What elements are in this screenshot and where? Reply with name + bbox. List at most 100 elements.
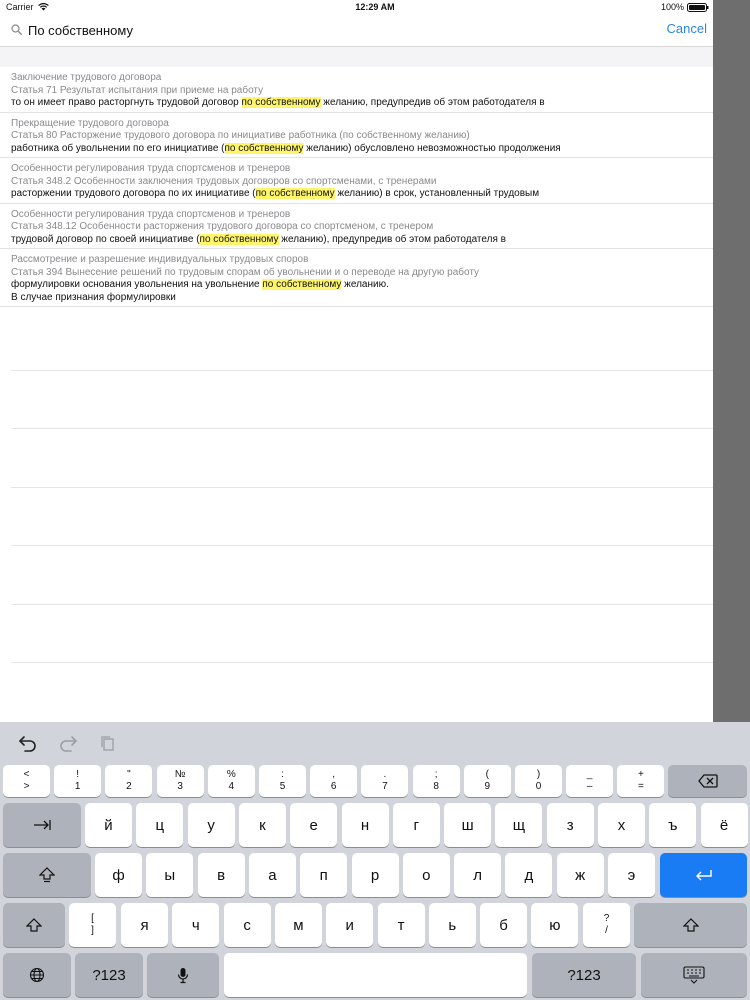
key-number[interactable]: .7 xyxy=(361,765,409,797)
key-shift-label: : xyxy=(281,769,284,780)
key-letter[interactable]: у xyxy=(187,803,235,847)
key-number[interactable]: ! 1 xyxy=(54,765,102,797)
search-input[interactable] xyxy=(28,19,628,41)
shift-key-right[interactable] xyxy=(634,903,747,947)
key-label: ] xyxy=(91,925,94,936)
key-letter[interactable]: ч xyxy=(172,903,220,947)
delete-key[interactable] xyxy=(668,765,747,797)
snippet-text: желанию) в срок, установленный трудовым xyxy=(334,188,540,199)
key-letter[interactable]: с xyxy=(223,903,271,947)
key-label: ц xyxy=(155,816,165,834)
result-snippet: трудовой договор по своей инициативе (по… xyxy=(11,233,713,247)
key-label: ы xyxy=(164,866,176,884)
key-letter[interactable]: о xyxy=(402,853,450,897)
key-letter[interactable]: к xyxy=(238,803,286,847)
key-number[interactable]: _ – xyxy=(566,765,614,797)
shift-key[interactable] xyxy=(3,903,65,947)
key-shift-label: ) xyxy=(536,769,541,780)
key-letter[interactable]: б xyxy=(480,903,528,947)
snippet-text: формулировки основания увольнения на уво… xyxy=(11,279,263,290)
shift-icon xyxy=(682,918,699,932)
key-shift-label: . xyxy=(383,769,387,780)
key-number[interactable]: % 4 xyxy=(207,765,255,797)
key-number[interactable]: ,6 xyxy=(310,765,358,797)
key-letter[interactable]: н xyxy=(341,803,389,847)
key-number[interactable]: :5 xyxy=(259,765,306,797)
key-letter[interactable]: ь xyxy=(428,903,476,947)
key-letter[interactable]: т xyxy=(377,903,425,947)
key-slash[interactable]: ? / xyxy=(583,903,630,947)
key-letter[interactable]: й xyxy=(85,803,132,847)
key-letter[interactable]: ъ xyxy=(649,803,697,847)
key-label: 5 xyxy=(279,781,286,792)
key-letter[interactable]: л xyxy=(454,853,502,897)
key-letter[interactable]: е xyxy=(290,803,338,847)
cancel-button[interactable]: Cancel xyxy=(667,21,707,36)
key-number[interactable]: (9 xyxy=(463,765,511,797)
key-label: х xyxy=(617,816,626,834)
key-letter[interactable]: ж xyxy=(556,853,604,897)
key-shift-label: ; xyxy=(434,769,438,780)
key-bracket[interactable]: [] xyxy=(69,903,116,947)
key-label: 4 xyxy=(228,781,235,792)
undo-icon[interactable] xyxy=(18,734,38,752)
key-letter[interactable]: э xyxy=(608,853,655,897)
key-label: с xyxy=(243,916,251,934)
key-label: й xyxy=(104,816,113,834)
key-number[interactable]: < > xyxy=(3,765,50,797)
key-label: у xyxy=(207,816,215,834)
key-letter[interactable]: а xyxy=(248,853,296,897)
key-letter[interactable]: ш xyxy=(444,803,492,847)
key-letter[interactable]: г xyxy=(392,803,440,847)
key-letter[interactable]: я xyxy=(121,903,168,947)
key-letter[interactable]: р xyxy=(351,853,399,897)
key-letter[interactable]: и xyxy=(326,903,374,947)
numbers-key-right[interactable]: ?123 xyxy=(532,953,636,997)
redo-icon[interactable] xyxy=(58,734,78,752)
search-result-item[interactable]: Заключение трудового договора Статья 71 … xyxy=(0,67,713,113)
empty-row xyxy=(11,546,713,605)
tab-key[interactable] xyxy=(3,803,81,847)
key-label: г xyxy=(413,816,420,834)
result-chapter-title: Заключение трудового договора xyxy=(11,72,162,83)
dictation-key[interactable] xyxy=(147,953,219,997)
empty-row xyxy=(11,371,713,429)
hide-keyboard-key[interactable] xyxy=(641,953,747,997)
key-letter[interactable]: м xyxy=(274,903,322,947)
key-number[interactable]: + = xyxy=(617,765,665,797)
key-letter[interactable]: щ xyxy=(495,803,543,847)
search-result-item[interactable]: Особенности регулирования труда спортсме… xyxy=(0,158,713,204)
search-result-item[interactable]: Прекращение трудового договора Статья 80… xyxy=(0,113,713,158)
search-result-item[interactable]: Рассмотрение и разрешение индивидуальных… xyxy=(0,249,713,307)
key-number[interactable]: " 2 xyxy=(105,765,153,797)
result-article-title: Статья 80 Расторжение трудового договора… xyxy=(11,130,470,141)
delete-icon xyxy=(697,774,718,788)
paste-icon[interactable] xyxy=(98,734,118,752)
key-letter[interactable]: ё xyxy=(700,803,748,847)
key-number[interactable]: № 3 xyxy=(156,765,204,797)
key-letter[interactable]: в xyxy=(197,853,245,897)
key-label: = xyxy=(637,781,644,792)
key-letter[interactable]: ф xyxy=(95,853,142,897)
snippet-highlight: по собственному xyxy=(255,188,335,199)
result-chapter-title: Особенности регулирования труда спортсме… xyxy=(11,208,291,220)
key-label: к xyxy=(259,816,266,834)
globe-key[interactable] xyxy=(3,953,71,997)
shift-lock-key[interactable] xyxy=(3,853,91,897)
key-letter[interactable]: д xyxy=(505,853,553,897)
numbers-key[interactable]: ?123 xyxy=(75,953,143,997)
key-label: 2 xyxy=(126,781,132,792)
search-result-item[interactable]: Особенности регулирования труда спортсме… xyxy=(0,204,713,249)
key-letter[interactable]: ю xyxy=(531,903,579,947)
key-letter[interactable]: з xyxy=(546,803,594,847)
key-letter[interactable]: ц xyxy=(136,803,184,847)
result-chapter-title: Особенности регулирования труда спортсме… xyxy=(11,163,291,174)
key-letter[interactable]: ы xyxy=(146,853,194,897)
return-key[interactable] xyxy=(660,853,747,897)
key-letter[interactable]: п xyxy=(300,853,348,897)
key-letter[interactable]: х xyxy=(598,803,645,847)
key-number[interactable]: ; 8 xyxy=(412,765,460,797)
on-screen-keyboard: < >! 1 " 2 № 3% 4:5, 6. 7; 8(9) 0 _ – + = й ц у к е н г ш щ з х ъ ё ф… xyxy=(0,722,750,1000)
space-key[interactable] xyxy=(224,953,527,997)
key-number[interactable]: ) 0 xyxy=(515,765,562,797)
